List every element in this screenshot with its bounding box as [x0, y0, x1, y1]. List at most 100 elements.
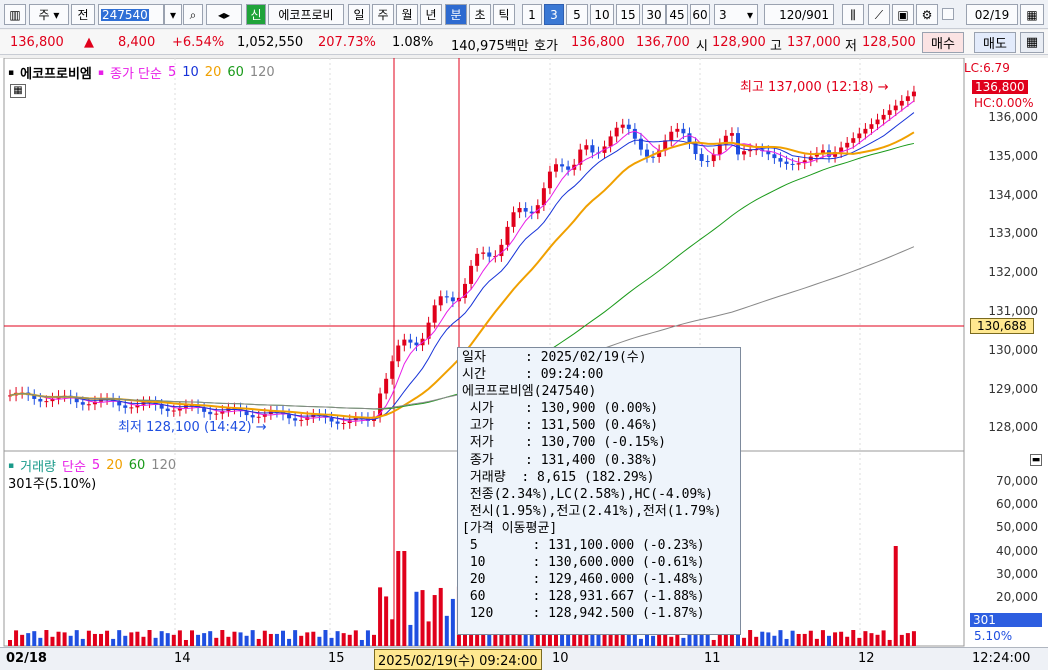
volume-bar: [165, 633, 170, 646]
minute-15[interactable]: 15: [616, 4, 640, 25]
candle: [784, 161, 789, 164]
calendar-icon[interactable]: ▦: [1020, 4, 1044, 25]
period-tick[interactable]: 틱: [493, 4, 515, 25]
quote-bar: 136,800 ▲ 8,400 +6.54% 1,052,550 207.73%…: [0, 30, 1048, 55]
search-icon[interactable]: ⌕: [183, 4, 203, 25]
sell-button[interactable]: 매도: [974, 32, 1016, 53]
minute-3[interactable]: 3: [544, 4, 564, 25]
candle-icon[interactable]: ⫼: [842, 4, 864, 25]
interval-select[interactable]: 3 ▾: [714, 4, 758, 25]
collapse-icon[interactable]: ▬: [1030, 454, 1042, 466]
volume-bar: [432, 595, 437, 646]
lc-label: LC:6.79: [964, 61, 1010, 75]
candle: [845, 142, 850, 148]
period-second[interactable]: 초: [469, 4, 491, 25]
tooltip-line: 5 : 131,100.000 (-0.23%): [462, 538, 705, 554]
volume-bar: [135, 631, 140, 646]
buy-button[interactable]: 매수: [922, 32, 964, 53]
code-dropdown-icon[interactable]: ▾: [164, 4, 182, 25]
minute-45[interactable]: 45: [666, 4, 688, 25]
tooltip-line: 고가 : 131,500 (0.46%): [462, 418, 659, 434]
candle: [626, 124, 631, 129]
minute-1[interactable]: 1: [522, 4, 542, 25]
stock-name[interactable]: 에코프로비: [268, 4, 344, 25]
volume-bar: [44, 630, 49, 646]
quote-turnover: 1.08%: [392, 35, 434, 50]
volume-bar: [190, 630, 194, 646]
candle: [614, 127, 619, 137]
sound-icon[interactable]: ◂▸: [206, 4, 242, 25]
volume-bar: [784, 638, 789, 646]
candle: [875, 119, 880, 125]
vol-ma60-label: 60: [128, 458, 146, 473]
candle: [165, 408, 170, 412]
tooltip-line: 10 : 130,600.000 (-0.61%): [462, 555, 705, 571]
volume-bar: [20, 634, 25, 646]
candle: [796, 163, 801, 165]
minute-5[interactable]: 5: [566, 4, 588, 25]
table-icon[interactable]: ▦: [10, 84, 26, 98]
minute-60[interactable]: 60: [690, 4, 710, 25]
volume-tick: 40,000: [996, 543, 1038, 558]
menu-icon[interactable]: ▥: [4, 4, 26, 25]
volume-bar: [814, 638, 819, 646]
candle: [899, 100, 904, 106]
volume-bar: [317, 636, 322, 646]
date-field[interactable]: 02/19: [966, 4, 1018, 25]
candle: [651, 156, 656, 158]
code-input[interactable]: 247540: [98, 4, 164, 25]
tooltip-line: 시가 : 130,900 (0.00%): [462, 401, 659, 417]
volume-bar: [196, 634, 201, 646]
candle: [590, 145, 595, 153]
volume-tick: 30,000: [996, 566, 1038, 581]
volume-bar: [26, 633, 31, 646]
tooltip-line: 저가 : 130,700 (-0.15%): [462, 435, 666, 451]
volume-bar: [335, 631, 340, 646]
count-input[interactable]: 120/901: [764, 4, 834, 25]
candle: [444, 296, 449, 298]
code-mode-button[interactable]: 전: [71, 4, 95, 25]
candle: [432, 305, 437, 323]
volume-bar: [14, 630, 19, 646]
volume-bar: [729, 633, 734, 646]
period-year[interactable]: 년: [420, 4, 442, 25]
candle: [675, 128, 680, 132]
volume-bar: [408, 624, 413, 646]
volume-bar: [262, 630, 267, 646]
current-price-tag: 136,800: [972, 80, 1028, 94]
candle: [790, 163, 795, 165]
market-select[interactable]: 주 ▾: [29, 4, 69, 25]
volume-bar: [99, 633, 103, 646]
date-checkbox[interactable]: [942, 8, 954, 20]
tooltip-line: 에코프로비엠(247540): [462, 384, 597, 400]
period-minute[interactable]: 분: [445, 4, 467, 25]
period-day[interactable]: 일: [348, 4, 370, 25]
minute-30[interactable]: 30: [642, 4, 666, 25]
price-title: 에코프로비엠: [20, 67, 92, 82]
trend-icon[interactable]: ⟋: [868, 4, 890, 25]
save-icon[interactable]: ▣: [892, 4, 914, 25]
hc-label: HC:0.00%: [974, 96, 1034, 110]
volume-bar: [378, 587, 383, 646]
tooltip-panel: 일자 : 2025/02/19(수) 시간 : 09:24:00 에코프로비엠(…: [457, 347, 741, 635]
chart-area[interactable]: ▪ 에코프로비엠 ▪ 종가 단순 5 10 20 60 120 ▦ 최고 137…: [0, 58, 1048, 648]
minute-10[interactable]: 10: [590, 4, 614, 25]
count-value: 120: [779, 7, 803, 22]
volume-bar: [790, 630, 795, 646]
candle: [699, 154, 704, 162]
volume-bar: [699, 634, 704, 646]
high-label: 고: [770, 39, 782, 54]
tooltip-line: [가격 이동평균]: [462, 520, 558, 536]
grid-icon[interactable]: ▦: [1020, 32, 1044, 53]
candle: [547, 171, 552, 189]
candle: [293, 418, 298, 421]
candle: [390, 361, 395, 379]
period-month[interactable]: 월: [396, 4, 418, 25]
period-week[interactable]: 주: [372, 4, 394, 25]
gear-icon[interactable]: ⚙: [916, 4, 938, 25]
quote-ask: 136,800: [571, 35, 625, 50]
volume-bar: [863, 631, 868, 646]
volume-bar: [426, 621, 431, 646]
volume-bar: [141, 636, 146, 646]
volume-bar: [444, 615, 449, 646]
